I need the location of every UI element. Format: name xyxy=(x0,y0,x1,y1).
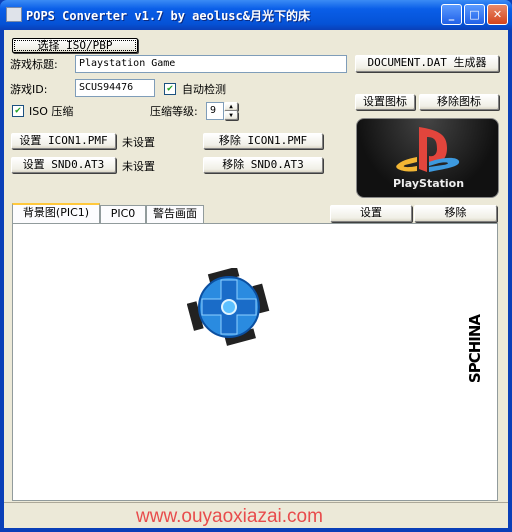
icon1-status: 未设置 xyxy=(122,136,155,149)
pic-preview-panel: SPCHINA xyxy=(12,223,498,501)
close-button[interactable]: ✕ xyxy=(487,4,508,25)
tab-pic1[interactable]: 背景图(PIC1) xyxy=(12,203,100,223)
select-iso-button[interactable]: 选择 ISO/PBP xyxy=(12,38,138,53)
app-icon xyxy=(6,7,22,22)
auto-detect-checkbox[interactable]: ✔ xyxy=(164,83,176,95)
game-title-input[interactable]: Playstation Game xyxy=(75,55,347,73)
remove-icon1-button[interactable]: 移除 ICON1.PMF xyxy=(203,133,323,149)
iso-compress-label: ISO 压缩 xyxy=(29,105,74,118)
window-title: POPS Converter v1.7 by aeolusc&月光下的床 xyxy=(26,9,310,23)
auto-detect-label: 自动检测 xyxy=(182,83,226,96)
compress-level-input[interactable]: 9 xyxy=(206,102,224,120)
watermark: www.ouyaoxiazai.com xyxy=(136,506,323,527)
divider xyxy=(4,502,508,503)
spchina-logo: SPCHINA xyxy=(466,314,484,384)
tab-warning-screen[interactable]: 警告画面 xyxy=(146,205,204,223)
playstation-logo-text: PlayStation xyxy=(392,177,465,190)
spinner-up-button[interactable]: ▲ xyxy=(224,102,238,111)
set-icon-button[interactable]: 设置图标 xyxy=(355,94,415,110)
remove-pic-button[interactable]: 移除 xyxy=(414,205,497,222)
iso-compress-checkbox[interactable]: ✔ xyxy=(12,105,24,117)
tab-pic0[interactable]: PIC0 xyxy=(100,205,146,223)
snd0-status: 未设置 xyxy=(122,160,155,173)
remove-snd0-button[interactable]: 移除 SND0.AT3 xyxy=(203,157,323,173)
minimize-button[interactable]: _ xyxy=(441,4,462,25)
game-id-input[interactable]: SCUS94476 xyxy=(75,79,155,97)
disc-logo-icon xyxy=(187,268,270,346)
window-client: 选择 ISO/PBP 游戏标题: Playstation Game DOCUME… xyxy=(4,30,508,528)
set-icon1-button[interactable]: 设置 ICON1.PMF xyxy=(11,133,116,149)
set-snd0-button[interactable]: 设置 SND0.AT3 xyxy=(11,157,116,173)
compress-level-label: 压缩等级: xyxy=(150,105,198,118)
document-dat-generator-button[interactable]: DOCUMENT.DAT 生成器 xyxy=(355,55,499,72)
title-bar[interactable]: POPS Converter v1.7 by aeolusc&月光下的床 _ □… xyxy=(0,0,512,30)
game-id-label: 游戏ID: xyxy=(10,83,48,96)
spinner-down-button[interactable]: ▼ xyxy=(224,111,238,120)
remove-icon-button[interactable]: 移除图标 xyxy=(419,94,499,110)
icon-preview: PlayStation xyxy=(356,118,499,198)
game-title-label: 游戏标题: xyxy=(10,58,58,71)
set-pic-button[interactable]: 设置 xyxy=(330,205,412,222)
maximize-button[interactable]: □ xyxy=(464,4,485,25)
